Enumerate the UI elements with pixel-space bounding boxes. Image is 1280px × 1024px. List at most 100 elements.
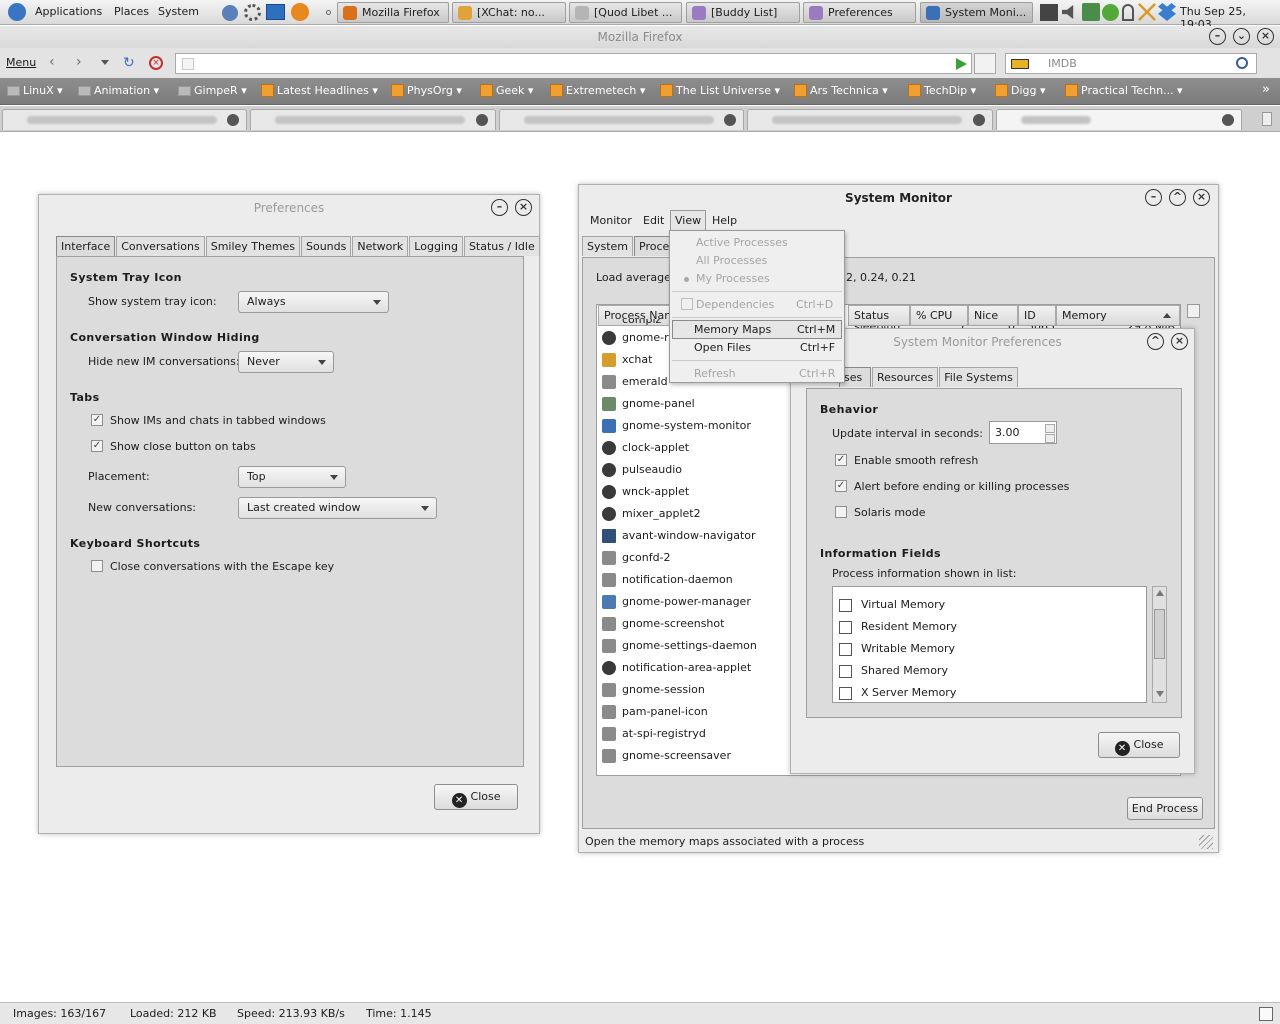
tab-close-icon[interactable]	[1222, 114, 1234, 126]
tab-logging[interactable]: Logging	[409, 236, 463, 256]
gear-icon[interactable]	[244, 4, 261, 21]
task-system-monitor[interactable]: System Moni...	[920, 2, 1033, 23]
menu-item-my-processes[interactable]: My Processes	[696, 272, 770, 285]
browser-tab[interactable]	[747, 109, 993, 130]
minimize-icon[interactable]: –	[1209, 28, 1226, 45]
menu-item-refresh[interactable]: Refresh	[694, 367, 736, 380]
close-button[interactable]: ✕ Close	[1098, 732, 1180, 758]
spin-up-icon[interactable]	[1045, 424, 1055, 433]
browser-tab[interactable]	[2, 109, 247, 130]
escape-key-checkbox[interactable]	[91, 560, 103, 572]
task-xchat[interactable]: [XChat: no...	[452, 2, 566, 23]
tab-interface[interactable]: Interface	[56, 236, 116, 256]
hide-conversations-combo[interactable]: Never	[238, 351, 334, 373]
menu-button[interactable]: Menu	[6, 56, 36, 69]
menu-help[interactable]: Help	[712, 214, 737, 227]
close-button[interactable]: ✕ Close	[434, 784, 518, 810]
menu-view[interactable]: View	[670, 210, 707, 231]
help-icon[interactable]	[222, 5, 238, 21]
end-process-button[interactable]: End Process	[1127, 797, 1203, 820]
menu-item-memory-maps[interactable]: Memory Maps	[694, 323, 771, 336]
applications-menu[interactable]: Applications	[35, 5, 102, 18]
task-firefox[interactable]: Mozilla Firefox	[337, 2, 449, 23]
reload-icon[interactable]: ↻	[123, 55, 135, 71]
url-bar[interactable]	[175, 53, 972, 74]
spin-down-icon[interactable]	[1045, 434, 1055, 443]
close-button-checkbox[interactable]: ✓	[91, 440, 103, 452]
workspace-icon[interactable]	[1040, 4, 1058, 21]
task-quodlibet[interactable]: [Quod Libet ...	[569, 2, 682, 23]
process-row[interactable]: gconfd-2	[597, 547, 787, 569]
column-memory[interactable]: Memory	[1056, 305, 1180, 326]
menu-edit[interactable]: Edit	[643, 214, 664, 227]
process-row[interactable]: clock-applet	[597, 437, 787, 459]
bookmark-feed[interactable]: The List Universe ▾	[660, 84, 780, 97]
maximize-icon[interactable]: ^	[1169, 189, 1186, 206]
bookmark-feed[interactable]: PhysOrg ▾	[391, 84, 462, 97]
search-bar[interactable]: IMDB	[1005, 53, 1257, 74]
process-row[interactable]: notification-area-applet	[597, 657, 787, 679]
url-history-dropdown[interactable]	[974, 53, 996, 74]
gnome-foot-icon[interactable]	[8, 3, 26, 21]
xchat-tray-icon[interactable]	[1138, 3, 1156, 21]
process-row[interactable]: wnck-applet	[597, 481, 787, 503]
menu-monitor[interactable]: Monitor	[590, 214, 632, 227]
bookmark-feed[interactable]: Latest Headlines ▾	[261, 84, 378, 97]
scroll-up-icon[interactable]	[1156, 590, 1164, 596]
tab-smiley-themes[interactable]: Smiley Themes	[205, 236, 300, 256]
firefox-launcher-icon[interactable]	[291, 3, 309, 21]
bookmark-folder[interactable]: Animation ▾	[78, 84, 159, 97]
smooth-refresh-checkbox[interactable]: ✓	[835, 454, 847, 466]
edit-icon[interactable]	[1259, 1007, 1273, 1021]
tray-green-icon[interactable]	[1102, 4, 1119, 21]
column-status[interactable]: Status	[848, 305, 910, 326]
tab-close-icon[interactable]	[973, 114, 985, 126]
browser-tab[interactable]	[499, 109, 744, 130]
task-preferences[interactable]: Preferences	[803, 2, 916, 23]
maximize-icon[interactable]: ^	[1147, 333, 1164, 350]
bookmark-folder[interactable]: GimpeR ▾	[178, 84, 247, 97]
maximize-icon[interactable]: ⌄	[1233, 28, 1250, 45]
process-row[interactable]: gnome-power-manager	[597, 591, 787, 613]
browser-tab-active[interactable]	[996, 109, 1242, 130]
menu-item-open-files[interactable]: Open Files	[694, 341, 751, 354]
process-row[interactable]: pam-panel-icon	[597, 701, 787, 723]
field-checkbox[interactable]	[839, 687, 852, 700]
forward-icon[interactable]: ›	[76, 54, 82, 70]
bookmark-feed[interactable]: Geek ▾	[480, 84, 533, 97]
tab-scroll-button[interactable]	[1262, 112, 1272, 126]
back-icon[interactable]: ‹	[49, 54, 55, 70]
pam-panel-icon[interactable]	[1122, 4, 1134, 21]
monitor-icon[interactable]	[266, 4, 285, 20]
solaris-mode-checkbox[interactable]	[835, 506, 847, 518]
tab-file-systems[interactable]: File Systems	[939, 367, 1018, 387]
new-conversations-combo[interactable]: Last created window	[238, 497, 437, 519]
bookmark-feed[interactable]: Extremetech ▾	[550, 84, 645, 97]
browser-tab[interactable]	[250, 109, 496, 130]
tabbed-windows-checkbox[interactable]: ✓	[91, 414, 103, 426]
minimize-icon[interactable]: –	[491, 199, 508, 216]
bookmark-folder[interactable]: LinuX ▾	[7, 84, 63, 97]
process-row[interactable]: mixer_applet2	[597, 503, 787, 525]
places-menu[interactable]: Places	[114, 5, 149, 18]
update-interval-spinbox[interactable]: 3.00	[989, 421, 1057, 444]
network-icon[interactable]	[1082, 3, 1100, 21]
process-row[interactable]: gnome-screenshot	[597, 613, 787, 635]
menu-item-dependencies[interactable]: Dependencies	[696, 298, 774, 311]
minimize-icon[interactable]: –	[1145, 189, 1162, 206]
close-icon[interactable]: ×	[1257, 28, 1274, 45]
bookmark-feed[interactable]: Practical Techn... ▾	[1065, 84, 1183, 97]
dropbox-icon[interactable]	[1158, 3, 1176, 21]
tab-network[interactable]: Network	[352, 236, 409, 256]
bookmarks-overflow-button[interactable]: »	[1262, 82, 1270, 97]
tab-close-icon[interactable]	[724, 114, 736, 126]
process-row[interactable]: notification-daemon	[597, 569, 787, 591]
process-row[interactable]: gnome-screensaver	[597, 745, 787, 767]
process-row[interactable]: gnome-panel	[597, 393, 787, 415]
system-menu[interactable]: System	[158, 5, 199, 18]
process-row[interactable]: at-spi-registryd	[597, 723, 787, 745]
fields-scrollbar[interactable]	[1152, 586, 1167, 703]
tab-system[interactable]: System	[582, 236, 634, 256]
tab-conversations[interactable]: Conversations	[116, 236, 205, 256]
process-row[interactable]: pulseaudio	[597, 459, 787, 481]
